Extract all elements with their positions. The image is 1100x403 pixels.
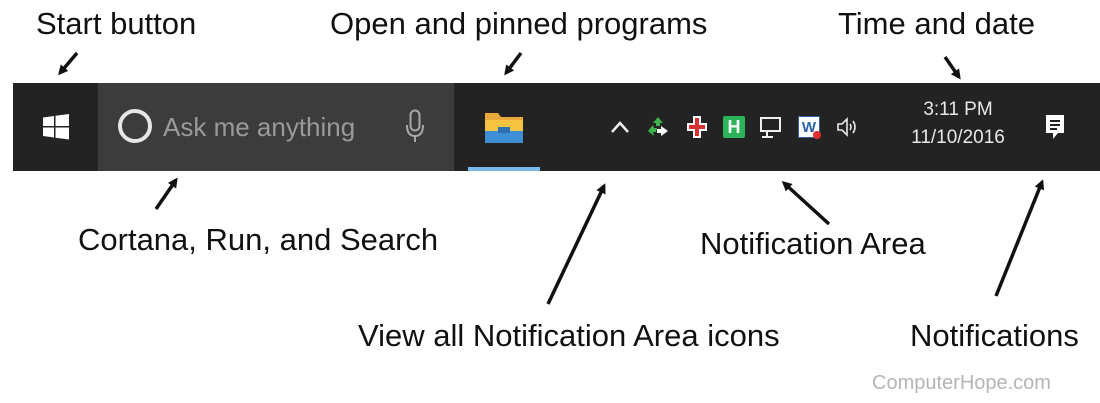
arrow-start-button: [58, 51, 79, 76]
annotation-arrows: [58, 51, 1045, 305]
arrow-view-all-icons: [546, 183, 606, 305]
arrow-cortana: [154, 177, 178, 210]
arrow-time-and-date: [943, 55, 961, 80]
arrow-open-pinned-programs: [504, 51, 523, 76]
arrow-notification-area: [781, 180, 831, 226]
watermark: ComputerHope.com: [872, 372, 1051, 394]
arrow-notifications: [994, 179, 1045, 297]
